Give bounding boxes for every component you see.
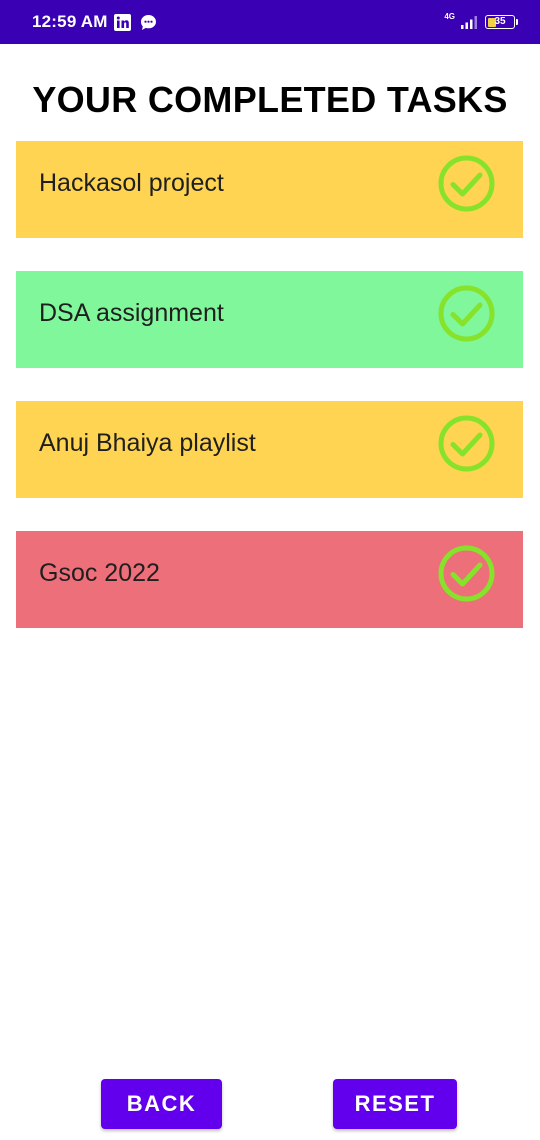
- linkedin-icon: [114, 14, 131, 31]
- check-circle-icon: [438, 155, 495, 212]
- chat-icon: [141, 15, 156, 30]
- battery-percent: 35: [494, 16, 506, 27]
- status-right-icons: 4G 35: [444, 11, 518, 33]
- task-label: Anuj Bhaiya playlist: [39, 429, 256, 457]
- task-label: Hackasol project: [39, 169, 224, 197]
- battery-cap: [516, 19, 518, 25]
- page-title: YOUR COMPLETED TASKS: [32, 79, 508, 120]
- check-circle-icon: [438, 415, 495, 472]
- status-bar: 12:59 AM 4G 35: [0, 0, 540, 44]
- network-type-label: 4G: [444, 11, 455, 21]
- check-circle-icon: [438, 545, 495, 602]
- task-card[interactable]: DSA assignment: [16, 271, 523, 368]
- check-circle-icon: [438, 285, 495, 342]
- task-label: Gsoc 2022: [39, 559, 160, 587]
- task-label: DSA assignment: [39, 299, 224, 327]
- signal-icon: [461, 16, 477, 29]
- back-button[interactable]: BACK: [101, 1079, 222, 1129]
- task-card[interactable]: Gsoc 2022: [16, 531, 523, 628]
- battery-icon: 35: [485, 15, 515, 29]
- task-list: Hackasol project DSA assignment Anuj Bha…: [16, 141, 523, 661]
- status-time: 12:59 AM: [32, 12, 108, 31]
- task-card[interactable]: Anuj Bhaiya playlist: [16, 401, 523, 498]
- task-card[interactable]: Hackasol project: [16, 141, 523, 238]
- reset-button[interactable]: RESET: [333, 1079, 457, 1129]
